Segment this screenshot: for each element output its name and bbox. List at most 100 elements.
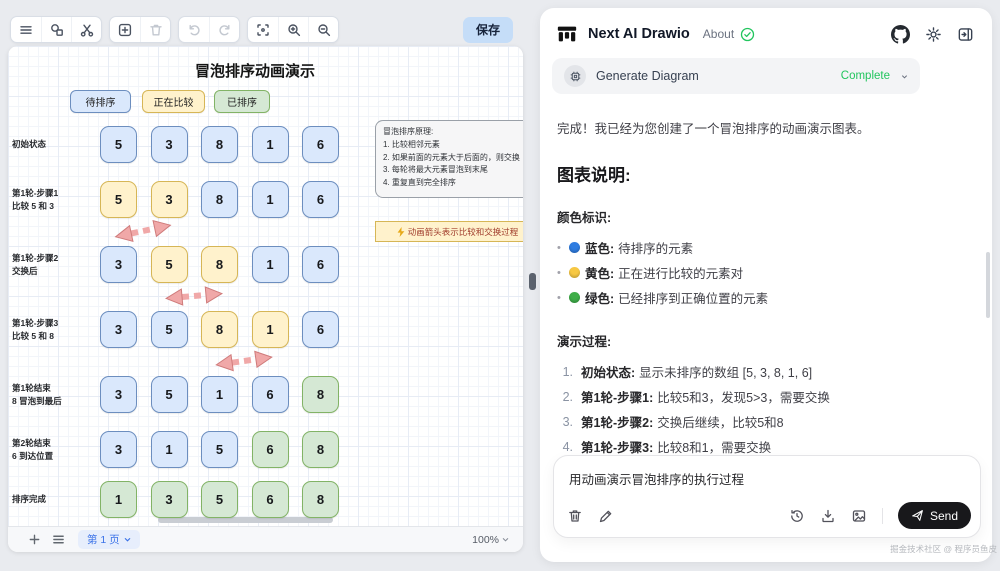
save-button[interactable]: 保存 <box>462 16 513 43</box>
send-button[interactable]: Send <box>897 502 971 529</box>
array-element-node[interactable]: 3 <box>100 431 137 468</box>
shapes-icon <box>50 23 63 36</box>
array-element-node[interactable]: 5 <box>100 126 137 163</box>
paper-plane-icon <box>912 510 923 521</box>
delete-icon <box>149 24 162 35</box>
array-element-node[interactable]: 6 <box>251 431 289 468</box>
array-element-node[interactable]: 8 <box>201 246 238 283</box>
toolbar-group <box>10 16 102 43</box>
array-element-node[interactable]: 1 <box>251 126 289 163</box>
color-dot <box>569 267 580 278</box>
legend-chip[interactable]: 正在比较 <box>142 90 205 113</box>
settings-gear-icon[interactable] <box>925 26 942 43</box>
swap-arrow[interactable] <box>111 219 175 243</box>
color-heading: 颜色标识: <box>557 211 612 225</box>
array-element-node[interactable]: 1 <box>150 431 188 468</box>
array-element-node[interactable]: 6 <box>251 481 289 518</box>
toolbar-group <box>109 16 171 43</box>
download-icon[interactable] <box>820 508 836 524</box>
swap-arrow[interactable] <box>162 285 226 307</box>
array-element-node[interactable]: 5 <box>150 311 188 348</box>
array-element-node[interactable]: 6 <box>302 311 339 348</box>
array-element-node[interactable]: 3 <box>150 126 188 163</box>
array-element-node[interactable]: 8 <box>201 311 238 348</box>
diagram-title: 冒泡排序动画演示 <box>194 63 315 80</box>
array-element-node[interactable]: 6 <box>302 246 339 283</box>
task-status-badge: Complete <box>840 70 890 82</box>
step-number: 1. <box>562 364 573 379</box>
array-element-node[interactable]: 8 <box>302 431 339 468</box>
zoom-level-value: 100% <box>472 533 499 546</box>
zoom-level-dropdown[interactable]: 100% <box>472 534 509 546</box>
array-element-node[interactable]: 1 <box>251 181 289 218</box>
add-node-button[interactable] <box>110 17 140 42</box>
prompt-input-card: 用动画演示冒泡排序的执行过程 Send <box>553 455 981 538</box>
array-element-node[interactable]: 8 <box>302 481 339 518</box>
array-element-node[interactable]: 5 <box>201 431 238 468</box>
panel-resize-handle[interactable] <box>529 273 536 290</box>
diagram-canvas[interactable]: 冒泡排序动画演示 冒泡排序原理: 1. 比较相邻元素 2. 如果前面的元素大于后面的… <box>8 46 523 526</box>
array-element-node[interactable]: 5 <box>150 376 188 413</box>
ai-chat-panel: Next AI Drawio About Generate Diagram Co… <box>540 8 992 562</box>
zoom-in-button[interactable] <box>278 17 308 42</box>
array-element-node[interactable]: 6 <box>251 376 289 413</box>
array-element-node[interactable]: 6 <box>302 126 339 163</box>
task-status-card[interactable]: Generate Diagram Complete <box>552 58 920 94</box>
cut-button[interactable] <box>71 17 101 42</box>
github-icon[interactable] <box>891 24 910 44</box>
zoom-out-button[interactable] <box>308 17 338 42</box>
legend-chip[interactable]: 已排序 <box>214 90 270 113</box>
array-element-node[interactable]: 3 <box>150 481 188 518</box>
array-element-node[interactable]: 3 <box>100 246 137 283</box>
canvas-horizontal-scrollbar[interactable] <box>158 517 333 523</box>
fit-view-button[interactable] <box>248 17 278 42</box>
clear-trash-icon[interactable] <box>567 508 583 524</box>
chevron-down-icon[interactable] <box>901 73 908 80</box>
array-element-node[interactable]: 6 <box>302 181 339 218</box>
export-image-icon[interactable] <box>851 508 867 524</box>
page-tab[interactable]: 第 1 页 <box>78 530 140 549</box>
redo-button[interactable] <box>209 17 239 42</box>
process-step-item: 3. 第1轮-步骤2: 交换后继续，比较5和8 <box>557 409 976 434</box>
history-icon[interactable] <box>789 508 805 524</box>
undo-button[interactable] <box>179 17 209 42</box>
array-element-node[interactable]: 1 <box>251 246 289 283</box>
cut-icon <box>80 24 93 37</box>
shapes-button[interactable] <box>41 17 71 42</box>
array-element-node[interactable]: 1 <box>201 376 238 413</box>
edit-pen-icon[interactable] <box>598 508 614 524</box>
chevron-down-icon <box>124 538 130 542</box>
array-element-node[interactable]: 5 <box>100 181 137 218</box>
chat-scrollbar[interactable] <box>986 252 990 318</box>
page-bar: 第 1 页 100% <box>8 526 523 552</box>
generate-diagram-icon <box>564 65 586 87</box>
array-element-node[interactable]: 8 <box>201 181 238 218</box>
row-label: 第2轮结束 6 到达位置 <box>12 438 54 461</box>
add-page-button[interactable] <box>22 533 46 546</box>
array-element-node[interactable]: 1 <box>100 481 137 518</box>
menu-button[interactable] <box>11 17 41 42</box>
watermark: 掘金技术社区 @ 程序员鱼皮 <box>890 544 997 554</box>
array-element-node[interactable]: 5 <box>150 246 188 283</box>
tip-note[interactable]: 动画箭头表示比较和交换过程 <box>375 221 523 242</box>
array-element-node[interactable]: 8 <box>201 126 238 163</box>
array-element-node[interactable]: 1 <box>251 311 289 348</box>
delete-button[interactable] <box>140 17 170 42</box>
array-element-node[interactable]: 3 <box>150 181 188 218</box>
swap-arrow[interactable] <box>212 350 276 372</box>
page-list-button[interactable] <box>46 533 70 546</box>
principle-note[interactable]: 冒泡排序原理: 1. 比较相邻元素 2. 如果前面的元素大于后面的，则交换 3. 每轮… <box>375 120 523 198</box>
color-dot <box>569 242 580 253</box>
about-link[interactable]: About <box>703 27 734 41</box>
step-number: 2. <box>562 389 573 404</box>
array-element-node[interactable]: 8 <box>302 376 339 413</box>
message-intro: 完成！我已经为您创建了一个冒泡排序的动画演示图表。 <box>557 122 870 136</box>
legend-chip[interactable]: 待排序 <box>70 90 131 113</box>
array-element-node[interactable]: 3 <box>100 311 137 348</box>
collapse-panel-icon[interactable] <box>957 26 974 43</box>
prompt-input[interactable]: 用动画演示冒泡排序的执行过程 <box>554 456 980 488</box>
process-step-item: 1. 初始状态: 显示未排序的数组 [5, 3, 8, 1, 6] <box>557 359 976 384</box>
array-element-node[interactable]: 5 <box>201 481 238 518</box>
array-element-node[interactable]: 3 <box>100 376 137 413</box>
toolbar-group <box>247 16 339 43</box>
